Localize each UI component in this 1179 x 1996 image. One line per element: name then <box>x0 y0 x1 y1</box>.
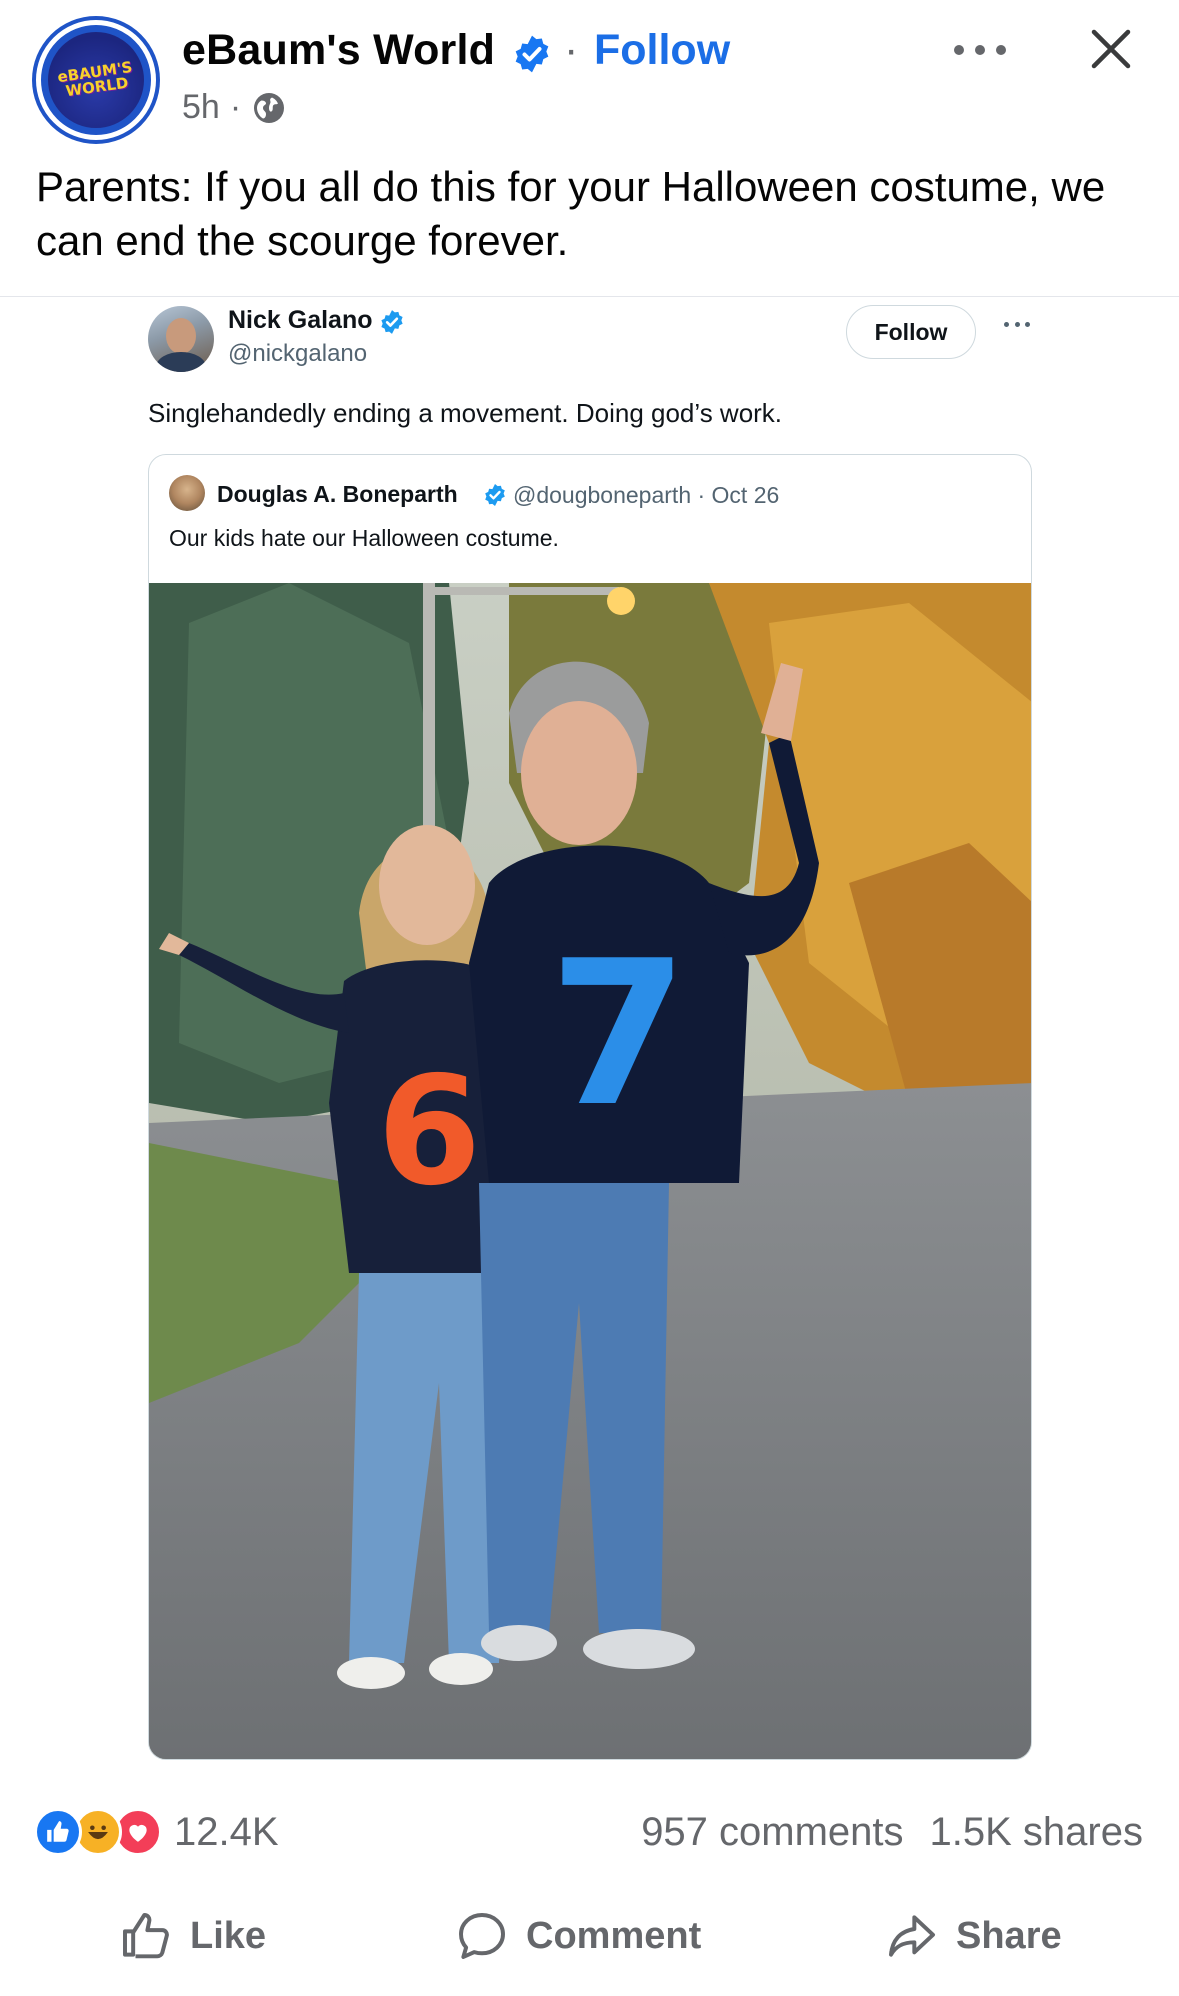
reaction-count[interactable]: 12.4K <box>174 1810 279 1855</box>
thumbs-up-icon <box>123 1913 169 1959</box>
share-count[interactable]: 1.5K shares <box>930 1810 1143 1855</box>
tweet-more-icon <box>1004 322 1030 330</box>
tweet-text: Singlehandedly ending a movement. Doing … <box>148 398 783 428</box>
costume-photo-illustration: 6 7 <box>149 583 1031 1759</box>
quoted-tweet: Douglas A. Boneparth @dougboneparth · Oc… <box>148 454 1032 1760</box>
follow-button[interactable]: Follow <box>594 26 730 75</box>
meta-separator: · <box>229 88 242 126</box>
quoted-author-avatar <box>169 475 205 511</box>
tweet-author-avatar <box>148 306 214 372</box>
more-options-icon[interactable] <box>954 30 1006 70</box>
globe-icon <box>254 92 285 123</box>
share-arrow-icon <box>889 1915 935 1957</box>
action-bar: Like Comment Share <box>0 1896 1179 1976</box>
tweet-author-name: Nick Galano <box>228 306 373 334</box>
post-header: eBAUM'S WORLD eBaum's World · Follow 5h … <box>0 0 1179 140</box>
quoted-text: Our kids hate our Halloween costume. <box>169 525 559 551</box>
tweet-author-handle: @nickgalano <box>228 340 368 367</box>
like-button[interactable]: Like <box>118 1896 266 1976</box>
quoted-author-name: Douglas A. Boneparth <box>217 481 458 507</box>
share-button[interactable]: Share <box>884 1896 1062 1976</box>
post-meta: 5h · <box>182 88 287 127</box>
page-avatar[interactable]: eBAUM'S WORLD <box>36 20 156 140</box>
tweet-follow-button: Follow <box>846 305 976 359</box>
like-reaction-icon <box>34 1808 82 1856</box>
ebaums-world-logo: eBAUM'S WORLD <box>48 32 144 128</box>
engagement-stats: 957 comments 1.5K shares <box>641 1806 1143 1858</box>
comment-label: Comment <box>526 1914 702 1957</box>
page-name[interactable]: eBaum's World <box>182 26 495 75</box>
like-label: Like <box>190 1914 267 1957</box>
quoted-verified-icon <box>485 484 505 506</box>
comment-bubble-icon <box>459 1913 505 1959</box>
share-label: Share <box>956 1914 1062 1957</box>
quoted-handle-date: @dougboneparth · Oct 26 <box>513 482 780 508</box>
comment-count[interactable]: 957 comments <box>641 1810 903 1855</box>
post-caption: Parents: If you all do this for your Hal… <box>36 163 1106 264</box>
shirt-number-six: 6 <box>377 1045 481 1219</box>
verified-badge-icon <box>515 35 549 73</box>
logo-text: eBAUM'S WORLD <box>56 57 134 101</box>
tweet-verified-icon <box>381 310 403 334</box>
comment-button[interactable]: Comment <box>454 1896 701 1976</box>
post-time: 5h <box>182 88 220 126</box>
close-icon[interactable] <box>1086 24 1136 74</box>
reactions-summary[interactable]: 12.4K <box>34 1806 279 1858</box>
separator-dot: · <box>564 26 579 74</box>
costume-photo: 6 7 <box>149 583 1031 1759</box>
shirt-number-seven: 7 <box>549 918 688 1151</box>
